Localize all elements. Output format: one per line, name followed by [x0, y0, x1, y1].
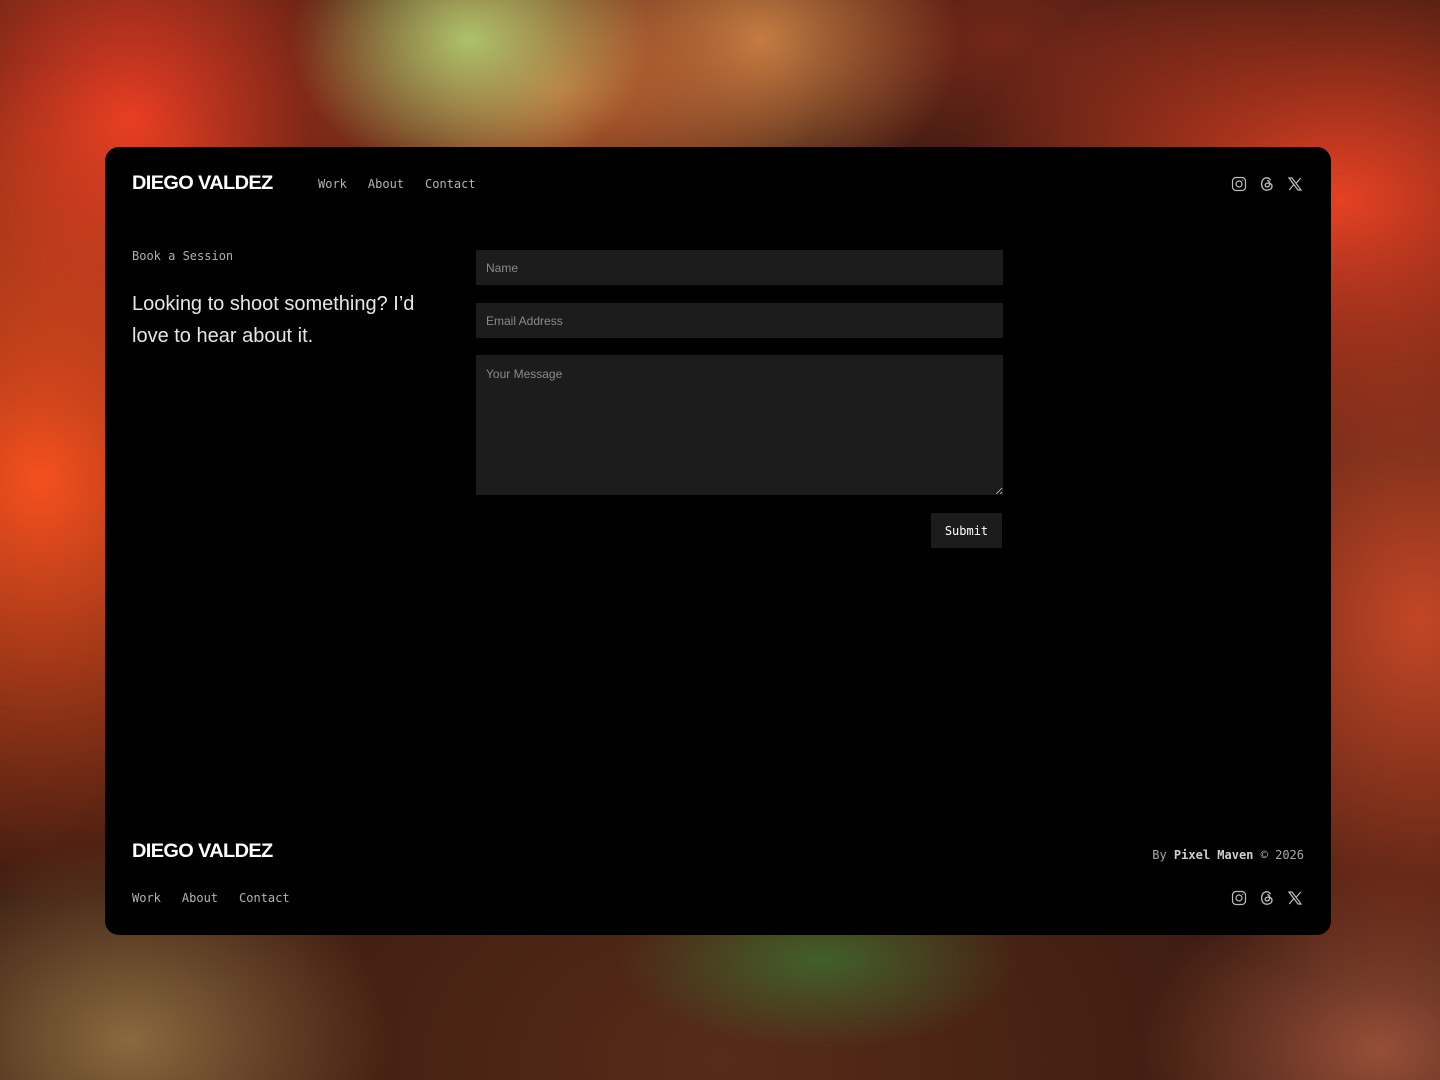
section-lead: Looking to shoot something? I’d love to …	[132, 293, 415, 347]
header-socials	[1231, 176, 1303, 192]
x-icon[interactable]	[1287, 890, 1303, 906]
threads-icon[interactable]	[1259, 890, 1275, 906]
x-icon[interactable]	[1287, 176, 1303, 192]
footer-nav-work-link[interactable]: Work	[132, 891, 161, 905]
header-nav: Work About Contact	[318, 177, 476, 191]
email-input[interactable]	[476, 303, 1003, 338]
footer-nav-about-link[interactable]: About	[182, 891, 218, 905]
brand-logo[interactable]: DIEGO VALDEZ	[132, 173, 273, 195]
footer-nav: Work About Contact	[132, 891, 290, 905]
nav-work-link[interactable]: Work	[318, 177, 347, 191]
main-window: DIEGO VALDEZ Work About Contact Book a S…	[105, 147, 1331, 935]
credit-name[interactable]: Pixel Maven	[1174, 848, 1253, 862]
message-textarea[interactable]	[476, 355, 1003, 495]
section-eyebrow: Book a Session	[132, 249, 234, 263]
instagram-icon[interactable]	[1231, 176, 1247, 192]
credit-suffix: © 2026	[1260, 848, 1304, 862]
instagram-icon[interactable]	[1231, 890, 1247, 906]
threads-icon[interactable]	[1259, 176, 1275, 192]
nav-about-link[interactable]: About	[368, 177, 404, 191]
footer-nav-contact-link[interactable]: Contact	[239, 891, 290, 905]
name-input[interactable]	[476, 250, 1003, 285]
footer-brand-logo[interactable]: DIEGO VALDEZ	[132, 841, 273, 863]
footer-socials	[1231, 890, 1303, 906]
footer-credit: By Pixel Maven © 2026	[1152, 848, 1304, 862]
credit-prefix: By	[1152, 848, 1167, 862]
submit-button[interactable]: Submit	[931, 513, 1002, 548]
nav-contact-link[interactable]: Contact	[425, 177, 476, 191]
